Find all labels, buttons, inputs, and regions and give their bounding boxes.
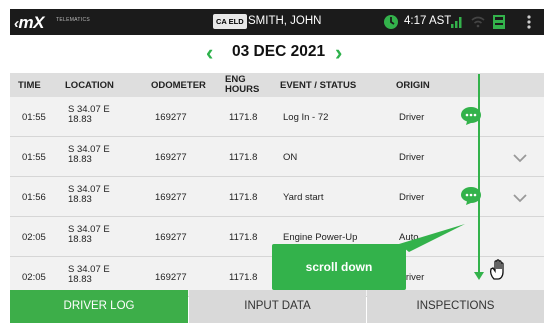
row-location: S 34.07 E 18.83: [68, 264, 110, 285]
tab-input-data[interactable]: INPUT DATA: [189, 290, 366, 323]
logo-subtitle: TELEMATICS: [56, 17, 91, 23]
row-event: Yard start: [283, 192, 324, 203]
col-odometer: ODOMETER: [151, 80, 206, 91]
row-odometer: 169277: [155, 272, 187, 283]
row-time: 02:05: [22, 232, 46, 243]
col-location: LOCATION: [65, 80, 114, 91]
row-origin: Driver: [399, 152, 425, 163]
date-navigator: ‹ 03 DEC 2021 ›: [10, 35, 544, 73]
row-location: S 34.07 E 18.83: [68, 224, 110, 245]
col-origin: ORIGIN: [396, 80, 430, 91]
current-date: 03 DEC 2021: [232, 43, 326, 60]
row-eng-hours: 1171.8: [229, 232, 258, 243]
row-time: 01:55: [22, 152, 46, 163]
col-time: TIME: [18, 80, 41, 91]
row-origin: Driver: [399, 192, 425, 203]
row-eng-hours: 1171.8: [229, 152, 258, 163]
tab-inspections[interactable]: INSPECTIONS: [367, 290, 544, 323]
row-odometer: 169277: [155, 192, 187, 203]
row-eng-hours: 1171.8: [229, 112, 258, 123]
prev-date-button[interactable]: ‹: [206, 40, 213, 66]
chevron-down-icon[interactable]: [512, 150, 528, 168]
row-location: S 34.07 E 18.83: [68, 144, 110, 165]
clock-icon: [382, 13, 400, 36]
next-date-button[interactable]: ›: [335, 40, 342, 66]
app-logo: ‹mX: [14, 13, 44, 32]
wifi-icon: [470, 14, 486, 35]
row-origin: Driver: [399, 112, 425, 123]
row-eng-hours: 1171.8: [229, 192, 258, 203]
table-header: TIME LOCATION ODOMETER ENG HOURS EVENT /…: [10, 73, 544, 97]
table-row[interactable]: 01:56 S 34.07 E 18.83 169277 1171.8 Yard …: [10, 177, 544, 217]
callout-pointer: [399, 222, 469, 257]
table-row[interactable]: 01:55 S 34.07 E 18.83 169277 1171.8 ON Dr…: [10, 137, 544, 177]
col-eng-hours: ENG HOURS: [225, 74, 260, 95]
row-event: ON: [283, 152, 298, 163]
arrow-down-icon: [473, 268, 485, 286]
chevron-down-icon[interactable]: [512, 190, 528, 208]
row-time: 02:05: [22, 272, 46, 283]
table-row[interactable]: 01:55 S 34.07 E 18.83 169277 1171.8 Log I…: [10, 97, 544, 137]
printer-icon[interactable]: [492, 14, 506, 35]
row-event: Log In - 72: [283, 112, 329, 123]
row-odometer: 169277: [155, 152, 187, 163]
top-bar: ‹mX TELEMATICS CA ELD SMITH, JOHN 4:17 A…: [10, 9, 544, 35]
tab-driver-log[interactable]: DRIVER LOG: [10, 290, 188, 323]
scroll-guide-line: [478, 74, 480, 274]
driver-name[interactable]: SMITH, JOHN: [248, 15, 321, 27]
row-time: 01:56: [22, 192, 46, 203]
row-location: S 34.07 E 18.83: [68, 184, 110, 205]
row-odometer: 169277: [155, 112, 187, 123]
row-location: S 34.07 E 18.83: [68, 104, 110, 125]
row-eng-hours: 1171.8: [229, 272, 258, 283]
signal-icon: [450, 15, 464, 34]
hand-icon: [487, 257, 513, 288]
status-time: 4:17 AST: [404, 15, 452, 27]
more-vert-icon[interactable]: [526, 14, 532, 35]
row-time: 01:55: [22, 112, 46, 123]
row-odometer: 169277: [155, 232, 187, 243]
scroll-down-callout: scroll down: [272, 244, 406, 290]
eld-badge: CA ELD: [213, 14, 247, 29]
col-event-status: EVENT / STATUS: [280, 80, 357, 91]
bottom-tab-bar: DRIVER LOG INPUT DATA INSPECTIONS: [10, 290, 544, 323]
row-event: Engine Power-Up: [283, 232, 358, 243]
